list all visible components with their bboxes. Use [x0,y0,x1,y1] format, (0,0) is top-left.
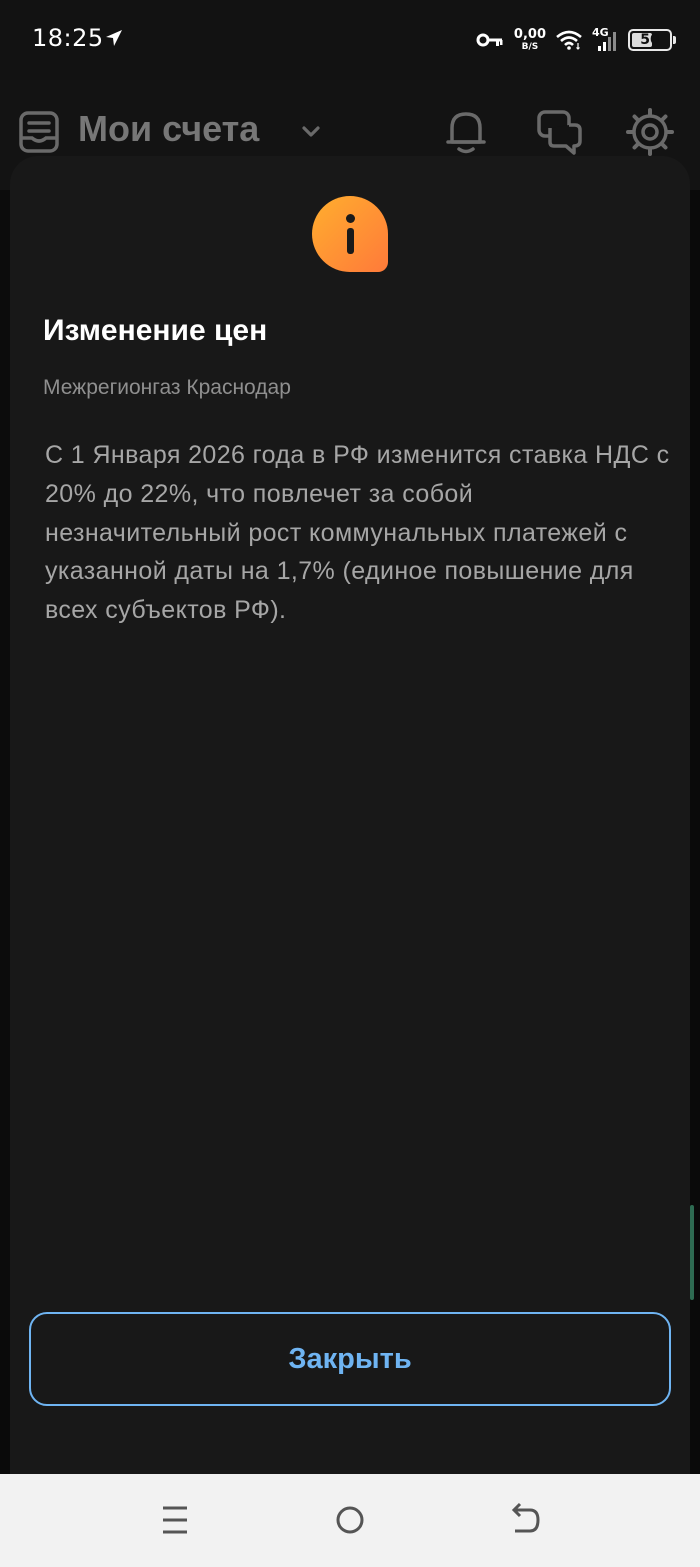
dialog-title: Изменение цен [43,314,268,347]
status-bar: 18:25 0,00 B/S 4G 50 [0,0,700,80]
dialog-body: С 1 Января 2026 года в РФ изменится став… [45,441,670,625]
back-icon[interactable] [505,1500,545,1540]
signal-indicator: 4G [592,26,618,52]
home-icon[interactable] [330,1500,370,1540]
bell-icon[interactable] [444,108,488,156]
wifi-icon [556,30,582,50]
chat-icon[interactable] [536,108,584,156]
price-change-dialog: Изменение цен Межрегионгаз Краснодар С 1… [10,156,690,1474]
menu-icon[interactable] [155,1500,195,1540]
info-icon-stem [347,228,354,254]
battery-level: 50 [640,32,660,48]
settings-icon[interactable] [626,108,674,156]
screen: 18:25 0,00 B/S 4G 50 Мои счета Изменение… [0,0,700,1567]
info-icon [312,196,388,272]
network-speed-value: 0,00 [513,27,546,42]
accounts-list-icon[interactable] [18,110,60,154]
network-speed-unit: B/S [521,42,539,52]
close-button[interactable]: Закрыть [29,1312,671,1406]
info-icon-dot [346,214,355,223]
dialog-subtitle: Межрегионгаз Краснодар [43,376,291,399]
status-icons: 0,00 B/S 4G 50 [476,24,676,56]
signal-icon [598,32,616,51]
background-accent [690,1205,694,1300]
page-title[interactable]: Мои счета [78,108,259,150]
battery-icon: 50 [628,29,676,51]
network-speed: 0,00 B/S [514,28,546,52]
vpn-key-icon [476,33,503,47]
status-time: 18:25 [32,24,104,52]
chevron-down-icon[interactable] [300,124,322,140]
navigation-arrow-icon [106,30,122,46]
system-nav-bar [0,1474,700,1567]
